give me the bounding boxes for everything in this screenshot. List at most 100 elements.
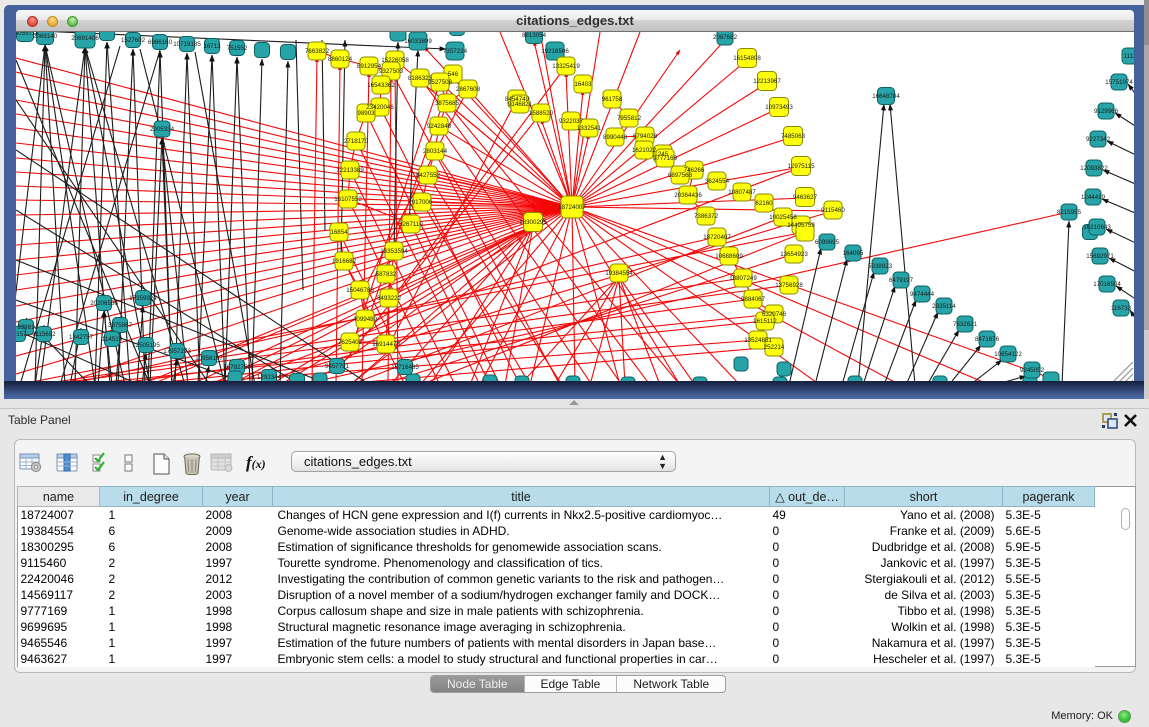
svg-text:3624554: 3624554 <box>705 178 730 185</box>
svg-text:16033809: 16033809 <box>404 38 432 45</box>
svg-text:20364436: 20364436 <box>674 192 702 199</box>
svg-text:14495759: 14495759 <box>787 222 815 229</box>
svg-text:12093822: 12093822 <box>1080 165 1108 172</box>
svg-text:16782759: 16782759 <box>223 364 251 371</box>
svg-text:9527508: 9527508 <box>428 79 453 86</box>
svg-text:93981: 93981 <box>17 324 35 331</box>
svg-text:546: 546 <box>448 71 459 78</box>
svg-text:39157: 39157 <box>16 331 27 338</box>
svg-text:16403: 16403 <box>574 81 592 88</box>
svg-text:3267110: 3267110 <box>399 221 423 228</box>
svg-text:17016504: 17016504 <box>1093 281 1121 288</box>
svg-text:9245052: 9245052 <box>1020 367 1045 374</box>
svg-text:9327503: 9327503 <box>379 68 404 75</box>
svg-text:20691406: 20691406 <box>71 35 99 42</box>
svg-text:12975115: 12975115 <box>787 163 815 170</box>
svg-text:62160: 62160 <box>755 200 773 207</box>
svg-text:587832: 587832 <box>376 271 397 278</box>
svg-text:252214: 252214 <box>764 344 785 351</box>
svg-text:16713: 16713 <box>203 43 221 50</box>
svg-text:7386372: 7386372 <box>694 213 719 220</box>
svg-text:18724007: 18724007 <box>558 204 586 211</box>
svg-text:15692971: 15692971 <box>1086 253 1114 260</box>
svg-text:20206556: 20206556 <box>90 300 118 307</box>
svg-text:16648784: 16648784 <box>872 93 900 100</box>
svg-text:18300295: 18300295 <box>519 219 547 226</box>
svg-text:12505195: 12505195 <box>132 342 160 349</box>
svg-text:8427552: 8427552 <box>416 172 441 179</box>
svg-text:1615112: 1615112 <box>753 318 777 325</box>
svg-text:6966160: 6966160 <box>148 39 173 46</box>
svg-text:10973493: 10973493 <box>765 104 793 111</box>
svg-text:7955812: 7955812 <box>617 115 642 122</box>
svg-text:10688609: 10688609 <box>715 253 743 260</box>
svg-text:8990448: 8990448 <box>603 134 628 141</box>
svg-text:13524851: 13524851 <box>744 337 772 344</box>
svg-text:8215955: 8215955 <box>1057 209 1082 216</box>
svg-text:7625402: 7625402 <box>338 339 363 346</box>
svg-text:7357224: 7357224 <box>443 48 468 55</box>
svg-text:15751074: 15751074 <box>1105 79 1133 86</box>
svg-text:16914479: 16914479 <box>372 341 400 348</box>
svg-text:5938923: 5938923 <box>868 263 893 270</box>
svg-text:13325419: 13325419 <box>552 63 580 70</box>
svg-text:6320746: 6320746 <box>762 311 787 318</box>
svg-text:961758: 961758 <box>602 96 623 103</box>
svg-text:1112: 1112 <box>1124 53 1134 60</box>
svg-text:6099695: 6099695 <box>815 239 840 246</box>
svg-text:4099489: 4099489 <box>353 316 378 323</box>
svg-text:8471676: 8471676 <box>975 336 1000 343</box>
svg-text:6897568: 6897568 <box>668 172 693 179</box>
svg-text:2069140: 2069140 <box>33 33 58 40</box>
svg-text:2803144: 2803144 <box>423 148 448 155</box>
svg-text:17359924: 17359924 <box>129 295 157 302</box>
svg-text:10025458: 10025458 <box>769 214 797 221</box>
svg-text:12213967: 12213967 <box>753 78 781 85</box>
svg-text:8860124: 8860124 <box>328 56 353 63</box>
svg-text:16154808: 16154808 <box>733 55 761 62</box>
svg-text:9884067: 9884067 <box>741 296 766 303</box>
svg-text:917006: 917006 <box>412 199 433 206</box>
svg-text:18720407: 18720407 <box>703 234 731 241</box>
svg-text:9129966: 9129966 <box>1094 108 1119 115</box>
svg-text:1621022: 1621022 <box>632 147 657 154</box>
svg-text:8813054: 8813054 <box>522 32 547 39</box>
svg-text:164095: 164095 <box>843 250 864 257</box>
svg-text:116733: 116733 <box>1111 305 1132 312</box>
svg-text:9227342: 9227342 <box>1086 136 1111 143</box>
svg-text:16107552: 16107552 <box>334 196 362 203</box>
svg-text:19384554: 19384554 <box>605 270 633 277</box>
svg-text:9474444: 9474444 <box>910 291 935 298</box>
svg-text:7663822: 7663822 <box>305 48 330 55</box>
svg-text:19218506: 19218506 <box>541 48 569 55</box>
svg-text:7632621: 7632621 <box>953 321 978 328</box>
svg-text:751552: 751552 <box>227 45 248 52</box>
svg-text:15046786: 15046786 <box>346 287 374 294</box>
svg-text:15226058: 15226058 <box>381 57 409 64</box>
svg-text:9777169: 9777169 <box>653 155 678 162</box>
svg-text:18807249: 18807249 <box>729 275 757 282</box>
svg-text:10958167: 10958167 <box>195 355 223 362</box>
svg-text:3493222: 3493222 <box>377 295 402 302</box>
svg-text:1244419: 1244419 <box>1081 194 1106 201</box>
svg-text:16210643: 16210643 <box>1083 224 1111 231</box>
svg-text:7485063: 7485063 <box>781 133 806 140</box>
svg-text:2087682: 2087682 <box>713 34 738 41</box>
svg-text:15716485: 15716485 <box>391 364 419 371</box>
svg-text:98903: 98903 <box>357 110 375 117</box>
svg-text:9242848: 9242848 <box>427 123 452 130</box>
svg-text:9146821: 9146821 <box>508 101 533 108</box>
svg-text:16543362: 16543362 <box>367 82 395 89</box>
svg-text:1115682: 1115682 <box>32 331 56 338</box>
svg-text:8912954: 8912954 <box>357 63 382 70</box>
svg-text:13756928: 13756928 <box>775 282 803 289</box>
svg-text:17957273: 17957273 <box>163 348 191 355</box>
svg-text:9463627: 9463627 <box>793 194 818 201</box>
svg-text:16854: 16854 <box>330 229 348 236</box>
svg-text:9457791: 9457791 <box>325 363 350 370</box>
svg-text:1527602: 1527602 <box>121 37 146 44</box>
svg-text:114519: 114519 <box>102 336 123 343</box>
svg-text:6794028: 6794028 <box>633 133 658 140</box>
svg-text:3875685: 3875685 <box>435 100 460 107</box>
svg-text:2905334: 2905334 <box>150 126 175 133</box>
